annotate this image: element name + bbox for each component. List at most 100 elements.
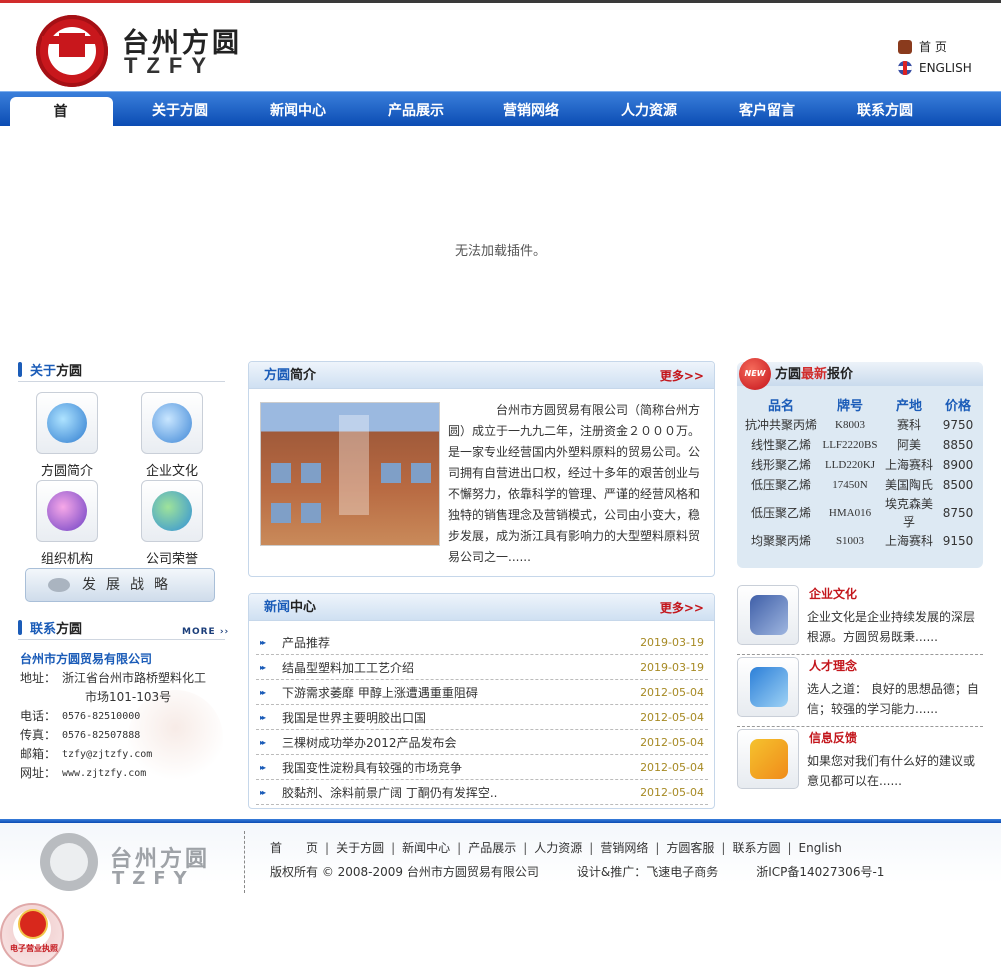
footer-link-contact[interactable]: 联系方圆	[732, 841, 780, 855]
license-label: 电子营业执照	[10, 944, 58, 953]
culture-icon-button[interactable]	[141, 392, 203, 454]
uk-flag-icon	[898, 61, 912, 75]
table-row: 线性聚乙烯 LLF2220BS 阿美 8850	[750, 438, 974, 452]
footer: 台州方圆 TZFY 首 页 | 关于方圆 | 新闻中心 | 产品展示 | 人力资源 | 营销网络 | 方…	[0, 823, 1001, 973]
feedback-title[interactable]: 信息反馈	[809, 729, 857, 746]
col-header-name: 品名	[767, 398, 794, 414]
intro-panel: 方圆简介 更多>> 台州市方圆贸易有限公司（简称台州方圆）成立于一九九二年，注册…	[248, 361, 715, 577]
price-table: 品名 牌号 产地 价格 抗冲共聚丙烯 K8003 赛科 9750 线性聚乙烯 LLF22…	[743, 393, 979, 551]
footer-link-news[interactable]: 新闻中心	[402, 841, 450, 855]
lock-icon	[750, 667, 788, 707]
footer-link-home[interactable]: 首 页	[270, 841, 318, 855]
talent-icon-button[interactable]	[737, 657, 799, 717]
honors-icon-button[interactable]	[141, 480, 203, 542]
news-more-link[interactable]: 更多>>	[660, 594, 704, 622]
double-arrow-icon: ▸▸	[260, 762, 266, 772]
nav-about[interactable]: 关于方圆	[140, 92, 220, 127]
organization-icon-button[interactable]	[36, 480, 98, 542]
news-panel-header: 新闻中心 更多>>	[249, 594, 714, 621]
address-line2: 市场101-103号	[85, 690, 172, 704]
business-license-badge[interactable]: 电子营业执照	[0, 903, 64, 967]
home-link[interactable]: 首 页	[898, 38, 947, 55]
table-row: 均聚聚丙烯 S1003 上海赛科 9150	[750, 534, 974, 548]
english-link[interactable]: ENGLISH	[898, 61, 972, 75]
feedback-block: 信息反馈 如果您对我们有什么好的建议或意见都可以在......	[737, 729, 983, 799]
news-item[interactable]: ▸▸ 三棵树成功举办2012产品发布会 2012-05-04	[256, 730, 708, 755]
design-credit[interactable]: 设计&推广：飞速电子商务	[577, 865, 718, 879]
about-section-title: 关于方圆	[18, 360, 225, 382]
footer-link-about[interactable]: 关于方圆	[336, 841, 384, 855]
culture-text: 企业文化是企业持续发展的深层根源。方圆贸易既秉......	[807, 610, 976, 644]
table-row: 低压聚乙烯 17450N 美国陶氏 8500	[750, 478, 974, 492]
double-arrow-icon: ▸▸	[260, 687, 266, 697]
intro-more-link[interactable]: 更多>>	[660, 362, 704, 390]
col-header-price: 价格	[944, 398, 971, 414]
about-item-culture[interactable]: 企业文化	[127, 460, 217, 479]
plugin-error-message: 无法加载插件。	[454, 244, 546, 259]
feedback-icon-button[interactable]	[737, 729, 799, 789]
nav-products[interactable]: 产品展示	[376, 92, 456, 127]
news-item[interactable]: ▸▸ 我国是世界主要明胶出口国 2012-05-04	[256, 705, 708, 730]
nav-contact[interactable]: 联系方圆	[845, 92, 925, 127]
footer-copyright: 版权所有 © 2008-2009 台州市方圆贸易有限公司 设计&推广：飞速电子商务…	[270, 863, 922, 880]
profile-icon-button[interactable]	[36, 392, 98, 454]
email[interactable]: tzfy@zjtzfy.com	[62, 745, 152, 764]
culture-title[interactable]: 企业文化	[809, 585, 857, 602]
icp-number[interactable]: 浙ICP备14027306号-1	[756, 865, 884, 879]
about-item-organization[interactable]: 组织机构	[22, 548, 112, 567]
news-item[interactable]: ▸▸ 胶黏剂、涂料前景广阔 丁酮仍有发挥空.. 2012-05-04	[256, 780, 708, 805]
price-panel-header: 方圆最新报价	[737, 362, 983, 386]
phone: 0576-82510000	[62, 711, 141, 722]
news-item[interactable]: ▸▸ 产品推荐 2019-03-19	[256, 630, 708, 655]
footer-logo-emblem	[40, 833, 98, 891]
strategy-button-label: 发展战略	[82, 577, 178, 593]
home-link-label: 首 页	[919, 40, 947, 54]
table-row: 线形聚乙烯 LLD220KJ 上海赛科 8900	[750, 458, 974, 472]
website[interactable]: www.zjtzfy.com	[62, 764, 146, 783]
news-item[interactable]: ▸▸ 结晶型塑料加工工艺介绍 2019-03-19	[256, 655, 708, 680]
feedback-text: 如果您对我们有什么好的建议或意见都可以在......	[807, 754, 976, 788]
nav-hr[interactable]: 人力资源	[609, 92, 689, 127]
footer-link-marketing[interactable]: 营销网络	[600, 841, 648, 855]
footer-link-hr[interactable]: 人力资源	[534, 841, 582, 855]
contact-more-link[interactable]: MORE ››	[182, 627, 229, 637]
footer-link-english[interactable]: English	[799, 841, 842, 855]
footer-link-products[interactable]: 产品展示	[468, 841, 516, 855]
about-item-profile[interactable]: 方圆简介	[22, 460, 112, 479]
nav-guestbook[interactable]: 客户留言	[727, 92, 807, 127]
connected-circles-icon	[152, 491, 192, 531]
contact-info: 台州市方圆贸易有限公司 地址： 浙江省台州市路桥塑料化工 市场101-103号 电…	[20, 650, 225, 783]
culture-icon-button[interactable]	[737, 585, 799, 645]
price-panel: 方圆最新报价 NEW 品名 牌号 产地 价格 抗冲共聚丙烯 K8003 赛科 9750…	[737, 358, 983, 568]
table-row: 抗冲共聚丙烯 K8003 赛科 9750	[744, 418, 974, 432]
people-globe-icon	[152, 403, 192, 443]
talent-block: 人才理念 选人之道： 良好的思想品德；自信；较强的学习能力......	[737, 657, 983, 727]
culture-block: 企业文化 企业文化是企业持续发展的深层根源。方圆贸易既秉......	[737, 585, 983, 655]
house-icon	[898, 39, 912, 54]
magnifier-globe-icon	[47, 403, 87, 443]
footer-separator	[244, 831, 245, 893]
footer-links: 首 页 | 关于方圆 | 新闻中心 | 产品展示 | 人力资源 | 营销网络 | 方圆客服 | 联系方圆 | E…	[270, 841, 842, 855]
nav-news[interactable]: 新闻中心	[258, 92, 338, 127]
logo-subtitle: TZFY	[124, 53, 215, 78]
strategy-button[interactable]: 发展战略	[25, 568, 215, 602]
nav-marketing[interactable]: 营销网络	[491, 92, 571, 127]
main-nav: 首页 关于方圆 新闻中心 产品展示 营销网络 人力资源 客户留言 联系方圆	[0, 91, 1001, 150]
fax: 0576-82507888	[62, 730, 141, 741]
logo-emblem[interactable]	[36, 15, 108, 87]
document-calculator-icon	[750, 595, 788, 635]
intro-text: 台州市方圆贸易有限公司（简称台州方圆）成立于一九九二年，注册资金２０００万。是一…	[448, 403, 701, 564]
title-marker	[18, 620, 22, 635]
nav-home[interactable]: 首页	[10, 97, 113, 150]
footer-link-service[interactable]: 方圆客服	[666, 841, 714, 855]
col-header-origin: 产地	[895, 398, 922, 414]
news-item[interactable]: ▸▸ 我国变性淀粉具有较强的市场竞争 2012-05-04	[256, 755, 708, 780]
double-arrow-icon: ▸▸	[260, 712, 266, 722]
news-list: ▸▸ 产品推荐 2019-03-19 ▸▸ 结晶型塑料加工工艺介绍 2019-03-19…	[256, 630, 708, 805]
network-nodes-icon	[47, 491, 87, 531]
banner-plugin-area: 无法加载插件。	[0, 126, 1001, 346]
talent-title[interactable]: 人才理念	[809, 657, 857, 674]
about-item-honors[interactable]: 公司荣誉	[127, 548, 217, 567]
talent-text: 选人之道： 良好的思想品德；自信；较强的学习能力......	[807, 682, 979, 716]
news-item[interactable]: ▸▸ 下游需求萎靡 甲醇上涨遭遇重重阻碍 2012-05-04	[256, 680, 708, 705]
